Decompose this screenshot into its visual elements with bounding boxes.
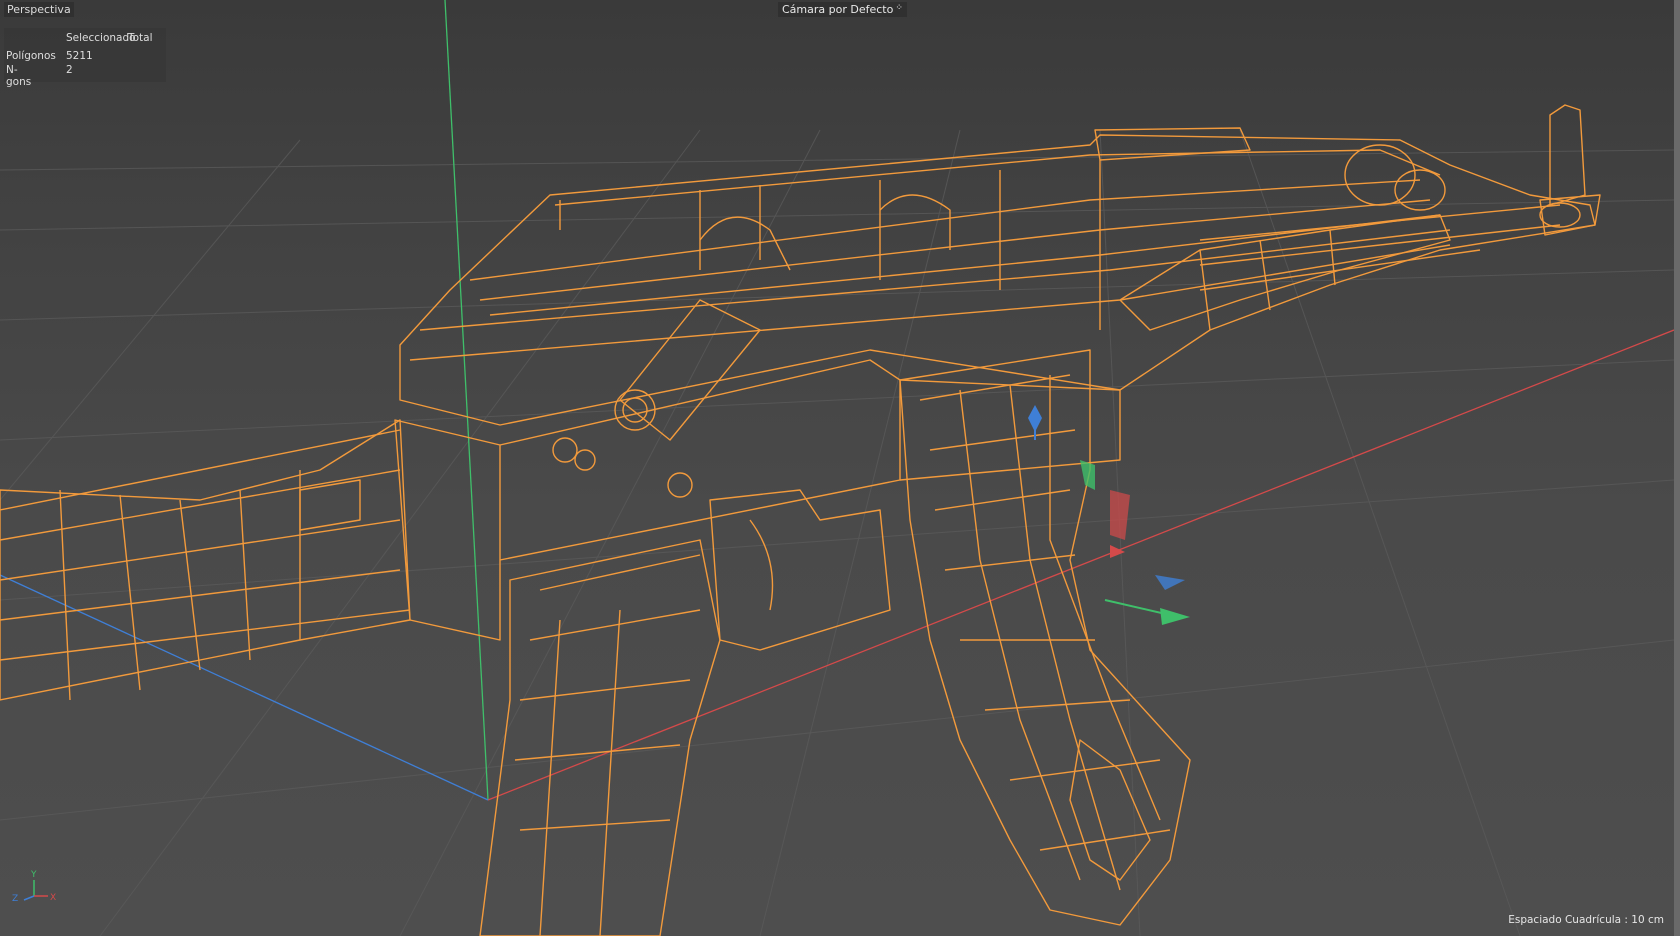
camera-name: Cámara por Defecto bbox=[782, 3, 894, 16]
camera-icon[interactable]: ⁘ bbox=[895, 3, 903, 13]
stats-header-total: Total bbox=[128, 32, 153, 44]
stats-row-label: N-gons bbox=[6, 64, 32, 88]
viewport-scene[interactable] bbox=[0, 0, 1674, 936]
grid-spacing-label: Espaciado Cuadrícula : 10 cm bbox=[1508, 914, 1664, 926]
viewport-perspective[interactable]: Perspectiva Cámara por Defecto ⁘ Seleccio… bbox=[0, 0, 1680, 936]
polygon-stats-hud: Seleccionado Total Polígonos 5211 N-gons… bbox=[4, 28, 166, 88]
viewport-name-label[interactable]: Perspectiva bbox=[4, 2, 74, 17]
gizmo-label-z: Z bbox=[12, 894, 18, 904]
wireframe-rifle-model[interactable] bbox=[0, 104, 1601, 936]
stats-row-selected: 5211 bbox=[66, 50, 93, 62]
floor-grid bbox=[0, 129, 1674, 936]
world-axis-z bbox=[0, 574, 489, 801]
gizmo-label-y: Y bbox=[30, 870, 37, 880]
axis-gizmo-icon: Y Z X bbox=[12, 870, 56, 904]
world-axis-y bbox=[444, 0, 489, 801]
gizmo-label-x: X bbox=[50, 893, 56, 903]
stats-header-selected: Seleccionado bbox=[66, 32, 136, 44]
stats-row-label: Polígonos bbox=[6, 50, 56, 62]
camera-menu[interactable]: Cámara por Defecto ⁘ bbox=[778, 2, 907, 17]
move-manipulator-icon[interactable] bbox=[1028, 405, 1190, 625]
stats-row-selected: 2 bbox=[66, 64, 73, 76]
world-axis-x bbox=[487, 329, 1674, 801]
